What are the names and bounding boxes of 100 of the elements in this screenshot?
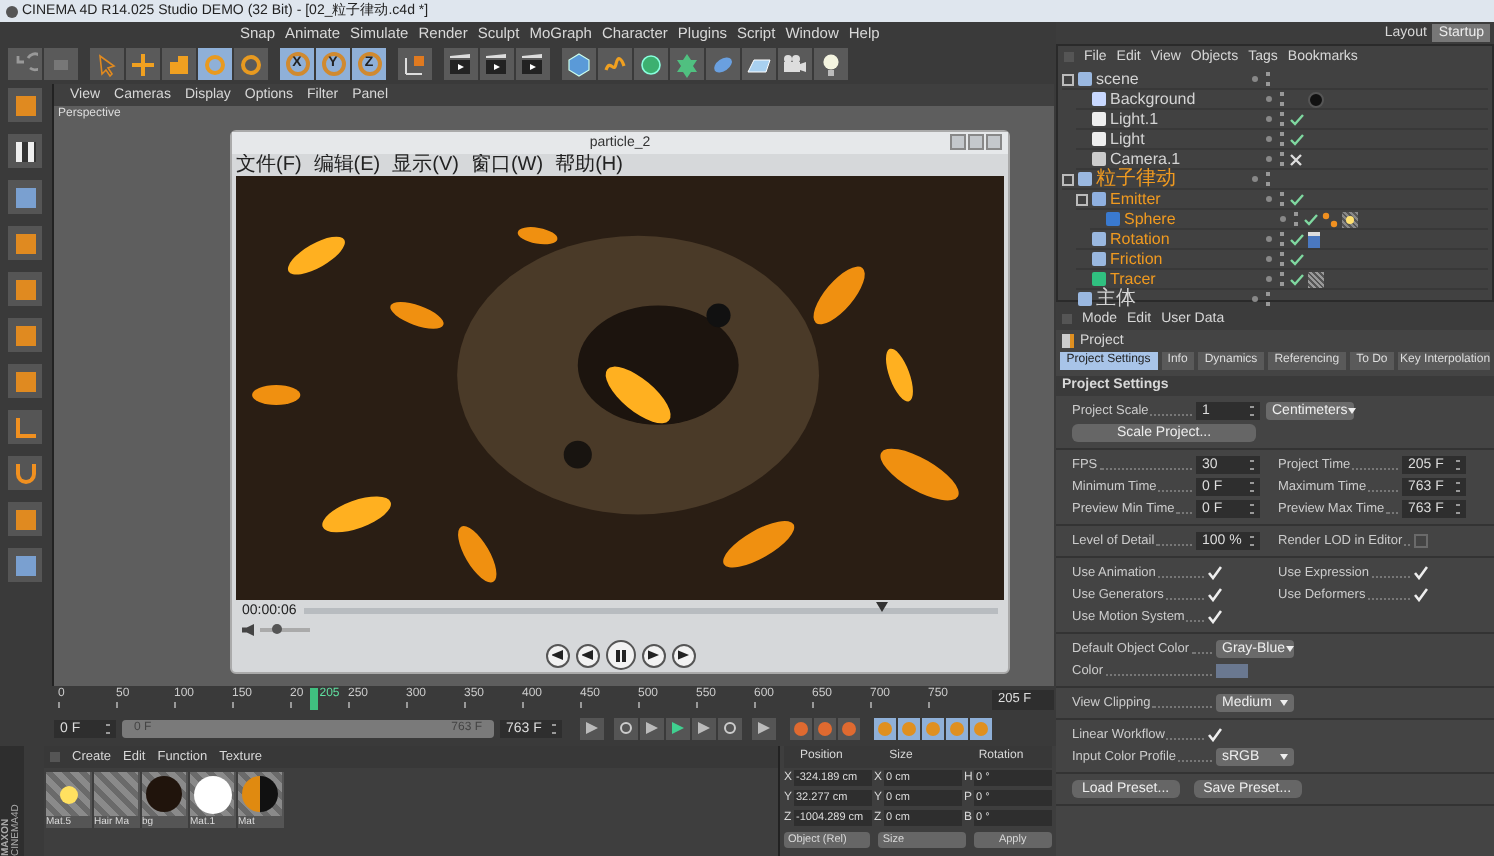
skip-back-button[interactable] — [545, 643, 569, 667]
move-icon — [130, 51, 156, 77]
check-icon[interactable] — [1289, 253, 1303, 265]
key-filter-button[interactable] — [946, 717, 968, 739]
last-frame-icon — [758, 722, 770, 734]
object-name[interactable]: Sphere — [1124, 209, 1176, 229]
key-filter-button[interactable] — [874, 717, 896, 739]
object-name[interactable]: Rotation — [1110, 229, 1170, 249]
panel-grip-icon[interactable] — [1062, 314, 1072, 324]
play-button[interactable] — [666, 717, 690, 739]
select-icon — [94, 51, 120, 77]
player-menu-item[interactable]: 文件(F) — [236, 154, 302, 176]
first-frame-button[interactable] — [580, 717, 604, 739]
check-icon[interactable] — [1289, 273, 1303, 285]
seek-thumb[interactable] — [876, 602, 889, 612]
fast-forward-button[interactable] — [641, 643, 665, 667]
object-name[interactable]: Background — [1110, 89, 1196, 109]
nurbs-button[interactable] — [634, 48, 668, 80]
app-icon — [6, 5, 18, 17]
last-frame-button[interactable] — [752, 717, 776, 739]
material-tag-icon[interactable] — [1308, 91, 1324, 107]
speaker-icon[interactable] — [242, 624, 254, 636]
player-menu-item[interactable]: 显示(V) — [392, 154, 459, 176]
check-icon[interactable] — [1289, 133, 1303, 145]
object-name[interactable]: Emitter — [1110, 189, 1161, 209]
dropdown-caret-icon — [1285, 646, 1294, 652]
light-button[interactable] — [814, 48, 848, 80]
scale-icon — [166, 51, 192, 77]
texture-tag-icon[interactable] — [1342, 211, 1358, 227]
skip-forward-button[interactable] — [671, 643, 695, 667]
select-button[interactable] — [90, 48, 124, 80]
key-filter-button[interactable] — [922, 717, 944, 739]
material-preview[interactable] — [46, 772, 90, 816]
move-button[interactable] — [126, 48, 160, 80]
material-preview[interactable] — [190, 772, 234, 816]
render-button[interactable] — [444, 48, 478, 80]
check-icon[interactable] — [1289, 193, 1303, 205]
loop-button[interactable] — [614, 717, 638, 739]
rewind-button[interactable] — [575, 643, 599, 667]
array-button[interactable] — [670, 48, 704, 80]
playhead[interactable] — [309, 688, 318, 710]
deformer-button[interactable] — [706, 48, 740, 80]
step-forward-icon — [698, 722, 710, 734]
project-icon — [1062, 334, 1074, 348]
floor-button[interactable] — [742, 48, 776, 80]
object-name[interactable]: Light — [1110, 129, 1145, 149]
checkbox[interactable] — [1414, 534, 1428, 548]
object-name[interactable]: Light.1 — [1110, 109, 1159, 129]
player-menu-item[interactable]: 窗口(W) — [470, 154, 544, 176]
check-icon[interactable] — [1303, 213, 1317, 225]
undo-icon — [12, 51, 38, 77]
deformer-icon — [710, 51, 736, 77]
check-icon[interactable] — [1289, 233, 1303, 245]
skip-back-icon — [551, 650, 563, 660]
panel-grip-icon[interactable] — [50, 752, 60, 762]
cube-button[interactable] — [562, 48, 596, 80]
volume-thumb[interactable] — [272, 624, 282, 634]
key-filter-button[interactable] — [970, 717, 992, 739]
keyframe-record-button[interactable] — [814, 717, 836, 739]
spline-button[interactable] — [598, 48, 632, 80]
rotate-button[interactable] — [234, 48, 268, 80]
check-icon[interactable] — [1289, 113, 1303, 125]
magnet-icon — [15, 463, 35, 483]
magnet-tool-button[interactable] — [8, 456, 42, 490]
step-back-button[interactable] — [640, 717, 664, 739]
checker-tool-button[interactable] — [8, 134, 42, 168]
object-name[interactable]: scene — [1096, 69, 1139, 89]
scale-button[interactable] — [162, 48, 196, 80]
coords-icon — [402, 51, 428, 77]
pin-tag-icon[interactable] — [1308, 231, 1320, 247]
step-forward-button[interactable] — [692, 717, 716, 739]
array-icon — [674, 51, 700, 77]
player-menu-item[interactable]: 编辑(E) — [313, 154, 381, 176]
dots-tag-icon[interactable] — [1322, 211, 1338, 227]
object-name[interactable]: Friction — [1110, 249, 1163, 269]
key-filter-button[interactable] — [898, 717, 920, 739]
render-button[interactable] — [516, 48, 550, 80]
pause-button[interactable] — [605, 640, 635, 670]
dropdown-caret-icon — [1347, 408, 1356, 414]
render-button[interactable] — [480, 48, 514, 80]
material-preview[interactable] — [238, 772, 282, 816]
coords-button[interactable] — [398, 48, 432, 80]
pause-icon — [615, 649, 625, 661]
render-icon — [484, 51, 510, 77]
keyframe-record-button[interactable] — [838, 717, 860, 739]
player-menu-item[interactable]: 帮助(H) — [555, 154, 623, 176]
dropdown-caret-icon — [1280, 754, 1288, 760]
color-swatch[interactable] — [1216, 664, 1248, 678]
loop-button[interactable] — [718, 717, 742, 739]
camera-button[interactable] — [778, 48, 812, 80]
dropdown-caret-icon — [1280, 700, 1288, 706]
object-name[interactable]: Tracer — [1110, 269, 1156, 289]
range-slider[interactable] — [122, 719, 494, 737]
collapse-toggle-icon[interactable] — [1062, 73, 1074, 85]
keyframe-record-button[interactable] — [790, 717, 812, 739]
rewind-icon — [581, 650, 593, 660]
render-icon — [520, 51, 546, 77]
object-name[interactable]: 粒子律动 — [1096, 169, 1176, 189]
material-preview[interactable] — [142, 772, 186, 816]
texture-tag-icon[interactable] — [1308, 271, 1324, 287]
